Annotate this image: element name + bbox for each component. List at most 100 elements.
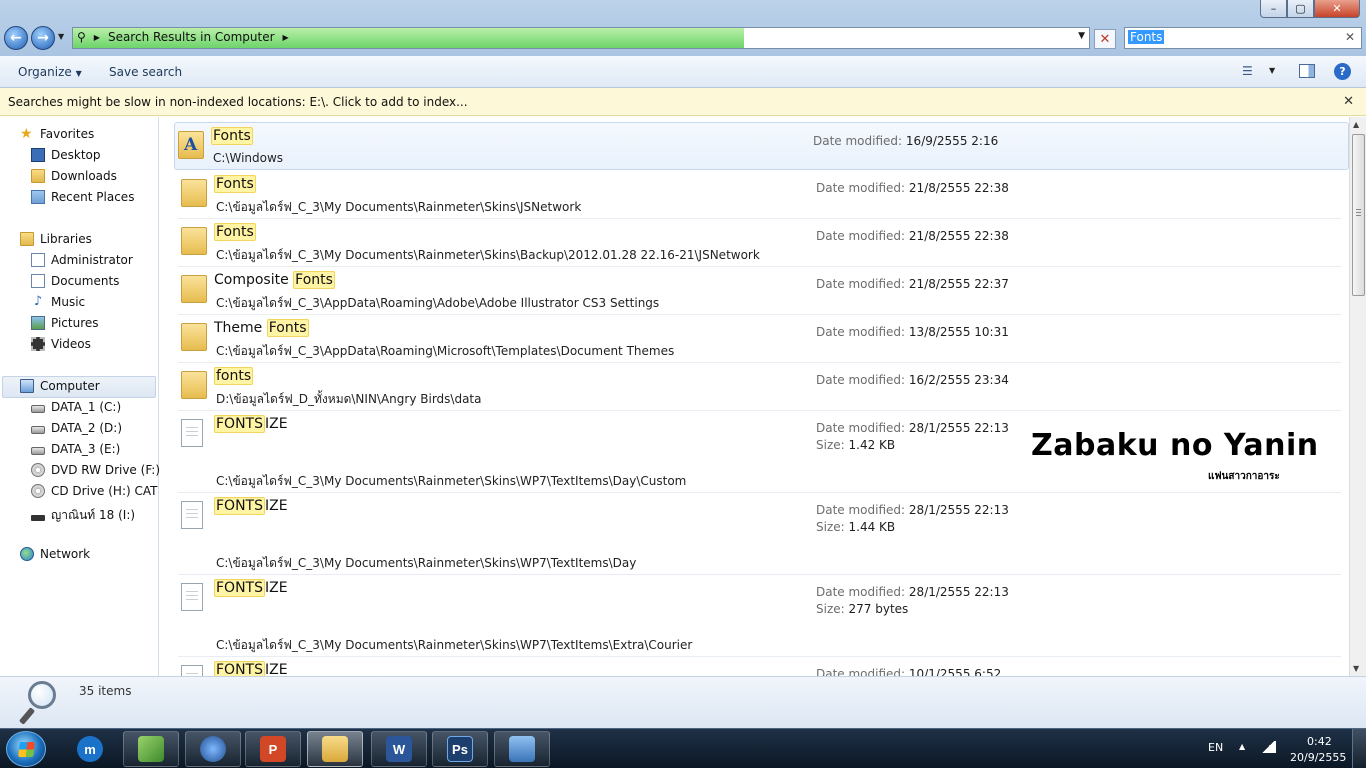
save-search-button[interactable]: Save search bbox=[109, 65, 182, 79]
vertical-scrollbar[interactable]: ▲ ▼ bbox=[1349, 117, 1366, 676]
folder-icon bbox=[181, 227, 207, 255]
nav-drive-h[interactable]: CD Drive (H:) CAT C bbox=[31, 484, 170, 498]
search-input[interactable]: Fonts ✕ bbox=[1124, 27, 1362, 49]
windows-live-icon bbox=[138, 736, 164, 762]
organize-button[interactable]: Organize ▼ bbox=[18, 65, 82, 79]
result-date: Date modified: 13/8/2555 10:31 bbox=[816, 325, 1009, 339]
result-row[interactable]: Composite Fonts C:\ข้อมูลไดร์ฟ_C_3\AppDa… bbox=[178, 267, 1341, 315]
scroll-down-arrow-icon[interactable]: ▼ bbox=[1353, 664, 1359, 673]
recent-pages-dropdown-icon[interactable]: ▼ bbox=[58, 32, 64, 41]
taskbar-word[interactable]: W bbox=[371, 731, 427, 767]
breadcrumb-arrow-icon[interactable]: ▶ bbox=[283, 33, 289, 42]
navigation-pane: ★ Favorites Desktop Downloads Recent Plac… bbox=[0, 117, 170, 676]
nav-videos[interactable]: Videos bbox=[31, 337, 91, 351]
scroll-up-arrow-icon[interactable]: ▲ bbox=[1353, 120, 1359, 129]
taskbar: m P W Ps EN ▲ 0:42 20/9/2555 bbox=[0, 728, 1366, 768]
result-date: Date modified: 16/2/2555 23:34 bbox=[816, 373, 1009, 387]
index-info-bar[interactable]: Searches might be slow in non-indexed lo… bbox=[0, 88, 1366, 116]
taskbar-powerpoint[interactable]: P bbox=[245, 731, 301, 767]
clear-search-icon[interactable]: ✕ bbox=[1345, 30, 1355, 44]
taskbar-explorer[interactable] bbox=[307, 731, 363, 767]
cd-drive-icon bbox=[31, 484, 45, 498]
address-bar[interactable]: ⚲ ▶ Search Results in Computer ▶ ▼ bbox=[72, 27, 1090, 49]
item-count: 35 items bbox=[79, 684, 132, 698]
info-bar-text[interactable]: Searches might be slow in non-indexed lo… bbox=[8, 95, 468, 109]
folder-icon bbox=[181, 275, 207, 303]
show-hidden-icons-icon[interactable]: ▲ bbox=[1239, 742, 1245, 751]
nav-computer[interactable]: Computer bbox=[20, 379, 100, 393]
back-button[interactable]: ← bbox=[4, 26, 28, 50]
stop-search-button[interactable]: ✕ bbox=[1094, 29, 1116, 49]
result-row[interactable]: Theme Fonts C:\ข้อมูลไดร์ฟ_C_3\AppData\R… bbox=[178, 315, 1341, 363]
nav-music[interactable]: ♪ Music bbox=[31, 295, 85, 310]
nav-documents[interactable]: Documents bbox=[31, 274, 119, 288]
result-row[interactable]: Fonts C:\ข้อมูลไดร์ฟ_C_3\My Documents\Ra… bbox=[178, 219, 1341, 267]
nav-administrator[interactable]: Administrator bbox=[31, 253, 133, 267]
nav-drive-c[interactable]: DATA_1 (C:) bbox=[31, 400, 121, 414]
view-options-dropdown-icon[interactable]: ▼ bbox=[1269, 66, 1275, 75]
nav-desktop[interactable]: Desktop bbox=[31, 148, 101, 162]
desktop-icon bbox=[31, 148, 45, 162]
search-match-highlight: Fonts bbox=[293, 271, 335, 289]
taskbar-photoshop[interactable]: Ps bbox=[432, 731, 488, 767]
network-signal-icon[interactable] bbox=[1260, 741, 1276, 753]
result-date: Date modified: 16/9/2555 2:16 bbox=[813, 134, 999, 148]
language-indicator[interactable]: EN bbox=[1208, 741, 1223, 754]
nav-label: Administrator bbox=[51, 253, 133, 267]
taskbar-globe-app[interactable] bbox=[185, 731, 241, 767]
clock-date[interactable]: 20/9/2555 bbox=[1290, 751, 1346, 764]
nav-favorites[interactable]: ★ Favorites bbox=[20, 127, 94, 141]
result-name: fonts bbox=[214, 367, 254, 385]
fonts-folder-icon: A bbox=[178, 131, 204, 159]
nav-recent-places[interactable]: Recent Places bbox=[31, 190, 134, 204]
taskbar-windows-live[interactable] bbox=[123, 731, 179, 767]
nav-drive-e[interactable]: DATA_3 (E:) bbox=[31, 442, 120, 456]
result-row[interactable]: FONTS IZE Date modified: 10/1/2555 6:52 bbox=[178, 657, 1341, 676]
search-match-highlight: FONTS bbox=[214, 415, 265, 433]
nav-network[interactable]: Network bbox=[20, 547, 90, 561]
forward-button[interactable]: → bbox=[31, 26, 55, 50]
nav-downloads[interactable]: Downloads bbox=[31, 169, 117, 183]
nav-label: Favorites bbox=[40, 127, 95, 141]
start-button[interactable] bbox=[6, 731, 46, 767]
breadcrumb-arrow-icon[interactable]: ▶ bbox=[94, 33, 100, 42]
search-match-highlight: Fonts bbox=[266, 319, 309, 337]
nav-drive-d[interactable]: DATA_2 (D:) bbox=[31, 421, 122, 435]
nav-label: Videos bbox=[51, 337, 91, 351]
preview-pane-icon[interactable] bbox=[1299, 64, 1315, 78]
scrollbar-thumb[interactable] bbox=[1352, 134, 1365, 296]
file-icon bbox=[181, 583, 203, 611]
libraries-icon bbox=[20, 232, 34, 246]
nav-label: DATA_3 (E:) bbox=[51, 442, 121, 456]
result-size: Size: 1.44 KB bbox=[816, 520, 896, 534]
minimize-button[interactable]: – bbox=[1260, 0, 1287, 18]
taskbar-control-panel[interactable] bbox=[494, 731, 550, 767]
close-button[interactable]: ✕ bbox=[1314, 0, 1360, 18]
address-dropdown-icon[interactable]: ▼ bbox=[1078, 31, 1085, 41]
change-view-icon[interactable]: ☰ bbox=[1242, 64, 1253, 78]
help-button[interactable]: ? bbox=[1334, 63, 1351, 80]
word-icon: W bbox=[386, 736, 412, 762]
info-bar-close-icon[interactable]: ✕ bbox=[1343, 94, 1354, 109]
library-icon bbox=[31, 253, 45, 267]
nav-drive-i[interactable]: ญาณินท์ 18 (I:) bbox=[31, 506, 135, 525]
nav-drive-f[interactable]: DVD RW Drive (F:) bbox=[31, 463, 160, 477]
dvd-drive-icon bbox=[31, 463, 45, 477]
title-bar: – ▢ ✕ ← → ▼ ⚲ ▶ Search Results in Comput… bbox=[0, 0, 1366, 56]
result-row[interactable]: FONTS IZE C:\ข้อมูลไดร์ฟ_C_3\My Documents… bbox=[178, 493, 1341, 575]
maximize-button[interactable]: ▢ bbox=[1287, 0, 1314, 18]
result-path: C:\ข้อมูลไดร์ฟ_C_3\My Documents\Rainmete… bbox=[216, 248, 760, 262]
result-row[interactable]: Fonts C:\ข้อมูลไดร์ฟ_C_3\My Documents\Ra… bbox=[178, 171, 1341, 219]
result-row[interactable]: fonts D:\ข้อมูลไดร์ฟ_D_ทั้งหมด\NIN\Angry… bbox=[178, 363, 1341, 411]
result-name: FONTS IZE bbox=[214, 661, 288, 676]
taskbar-maxthon[interactable]: m bbox=[62, 731, 118, 767]
folder-icon bbox=[181, 371, 207, 399]
show-desktop-button[interactable] bbox=[1352, 729, 1366, 768]
result-name: Fonts bbox=[211, 127, 253, 145]
result-row[interactable]: A Fonts C:\Windows Date modified: 16/9/2… bbox=[174, 122, 1349, 170]
breadcrumb-search-results[interactable]: Search Results in Computer bbox=[108, 30, 275, 44]
nav-libraries[interactable]: Libraries bbox=[20, 232, 92, 246]
result-row[interactable]: FONTS IZE C:\ข้อมูลไดร์ฟ_C_3\My Documents… bbox=[178, 575, 1341, 657]
clock-time[interactable]: 0:42 bbox=[1307, 735, 1332, 748]
nav-pictures[interactable]: Pictures bbox=[31, 316, 99, 330]
